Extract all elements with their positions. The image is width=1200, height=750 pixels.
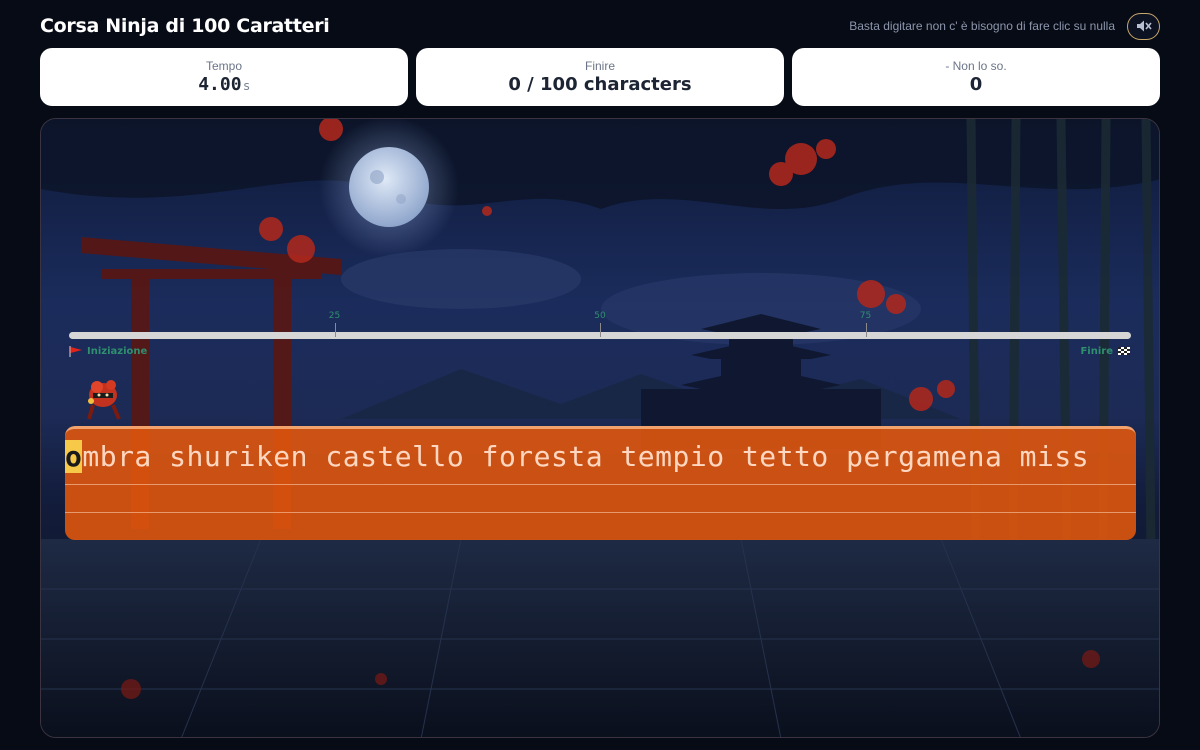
finish-label: Finire	[1080, 346, 1113, 357]
top-bar: Corsa Ninja di 100 Caratteri Basta digit…	[40, 10, 1160, 42]
time-value: 4.00	[198, 74, 242, 95]
start-label: Iniziazione	[87, 346, 148, 357]
progress-value: 0 / 100 characters	[508, 74, 692, 95]
progress-card: Finire 0 / 100 characters	[416, 48, 784, 106]
typing-area[interactable]: ombra shuriken castello foresta tempio t…	[65, 426, 1136, 540]
stats-row: Tempo 4.00 s Finire 0 / 100 characters - …	[40, 48, 1160, 106]
race-track: 25 50 75 Iniziazione Finire	[69, 311, 1131, 361]
remaining-text: mbra shuriken castello foresta tempio te…	[82, 440, 1090, 473]
current-character: o	[65, 440, 83, 473]
tick-label-25: 25	[328, 311, 341, 321]
typing-text: ombra shuriken castello foresta tempio t…	[65, 439, 1089, 475]
tick-50	[600, 323, 601, 337]
tick-25	[334, 323, 336, 337]
app-title: Corsa Ninja di 100 Caratteri	[40, 15, 330, 37]
start-marker: Iniziazione	[69, 346, 147, 357]
errors-label: - Non lo so.	[945, 59, 1007, 73]
progress-label: Finire	[584, 59, 615, 73]
tick-75	[865, 323, 867, 337]
time-card: Tempo 4.00 s	[40, 48, 408, 106]
errors-card: - Non lo so. 0	[792, 48, 1160, 106]
top-right-group: Basta digitare non c' è bisogno di fare …	[849, 12, 1160, 40]
game-scene: 25 50 75 Iniziazione Finire ombra shurik…	[40, 118, 1160, 738]
finish-marker: Finire	[1080, 346, 1131, 357]
sound-toggle-button[interactable]	[1127, 12, 1160, 40]
text-line-2	[65, 485, 1136, 513]
ninja-runner-icon	[87, 380, 121, 420]
instruction-hint: Basta digitare non c' è bisogno di fare …	[849, 19, 1115, 33]
tick-label-75: 75	[859, 311, 872, 321]
time-label: Tempo	[205, 59, 243, 73]
checkered-flag-icon	[1118, 347, 1130, 355]
red-flag-icon	[69, 346, 82, 357]
time-unit: s	[243, 79, 250, 93]
errors-value: 0	[969, 74, 983, 95]
speaker-muted-icon	[1136, 20, 1152, 32]
tick-label-50: 50	[594, 311, 606, 321]
time-value-wrap: 4.00 s	[198, 74, 250, 95]
